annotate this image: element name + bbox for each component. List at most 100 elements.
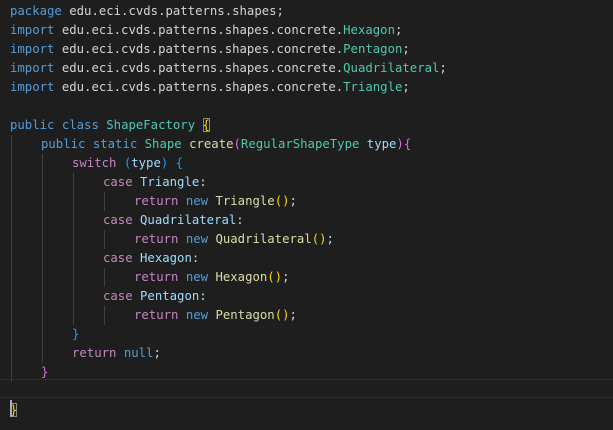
code-token: type: [366, 137, 397, 151]
indent-guide: [11, 211, 12, 230]
code-line[interactable]: return new Hexagon();: [10, 268, 613, 287]
indent-guide: [42, 154, 43, 173]
indent-guide: [73, 268, 74, 287]
code-token: ;: [282, 270, 290, 284]
line-content: switch (type) {: [72, 156, 183, 170]
indent-guide: [42, 287, 43, 306]
line-content: case Triangle:: [103, 175, 207, 189]
code-line[interactable]: switch (type) {: [10, 154, 613, 173]
code-token: {: [202, 118, 210, 132]
code-token: new: [185, 194, 209, 208]
code-token: edu.eci.cvds.patterns.shapes;: [61, 4, 284, 18]
indent-guide: [104, 268, 105, 287]
code-line[interactable]: }: [10, 363, 613, 382]
line-content: public static Shape create(RegularShapeT…: [41, 137, 411, 151]
indent-guide: [11, 154, 12, 173]
code-line[interactable]: import edu.eci.cvds.patterns.shapes.conc…: [10, 21, 613, 40]
indent-guide: [11, 363, 12, 382]
indent-guide: [42, 192, 43, 211]
code-token: package: [10, 4, 62, 18]
code-editor[interactable]: package edu.eci.cvds.patterns.shapes; imp…: [0, 0, 613, 430]
code-token: ;: [439, 61, 447, 75]
code-token: ;: [153, 346, 161, 360]
indent-guide: [11, 192, 12, 211]
indent-guide: [104, 306, 105, 325]
code-token: Hexagon: [215, 270, 268, 284]
code-line[interactable]: public class ShapeFactory {: [10, 116, 613, 135]
code-line[interactable]: case Hexagon:: [10, 249, 613, 268]
code-line[interactable]: case Triangle:: [10, 173, 613, 192]
code-token: ;: [289, 194, 297, 208]
code-line[interactable]: [10, 97, 613, 116]
code-line[interactable]: import edu.eci.cvds.patterns.shapes.conc…: [10, 59, 613, 78]
code-line[interactable]: import edu.eci.cvds.patterns.shapes.conc…: [10, 40, 613, 59]
code-token: return: [134, 232, 179, 246]
code-line[interactable]: import edu.eci.cvds.patterns.shapes.conc…: [10, 78, 613, 97]
line-content: return new Triangle();: [134, 194, 297, 208]
code-line[interactable]: [10, 382, 613, 401]
indent-guide: [11, 306, 12, 325]
code-token: switch: [72, 156, 117, 170]
code-token: case: [103, 289, 133, 303]
indent-guide: [73, 287, 74, 306]
code-token: {: [403, 137, 412, 151]
line-content: import edu.eci.cvds.patterns.shapes.conc…: [10, 80, 410, 94]
code-line[interactable]: public static Shape create(RegularShapeT…: [10, 135, 613, 154]
indent-guide: [42, 173, 43, 192]
code-line[interactable]: }: [10, 325, 613, 344]
code-token: (): [274, 194, 290, 208]
code-token: public: [10, 118, 55, 132]
line-content: return new Quadrilateral();: [134, 232, 334, 246]
code-token: Quadrilateral: [343, 61, 440, 75]
indent-guide: [11, 325, 12, 344]
code-token: return: [72, 346, 117, 360]
code-token: edu.eci.cvds.patterns.shapes.concrete.: [54, 23, 344, 37]
code-token: return: [134, 194, 179, 208]
indent-guide: [42, 249, 43, 268]
code-line[interactable]: package edu.eci.cvds.patterns.shapes;: [10, 2, 613, 21]
code-token: static: [92, 137, 138, 151]
code-line[interactable]: return new Pentagon();: [10, 306, 613, 325]
text-cursor: [10, 400, 12, 417]
code-token: (): [311, 232, 327, 246]
code-token: case: [103, 175, 133, 189]
indent-guide: [42, 306, 43, 325]
code-line[interactable]: return null;: [10, 344, 613, 363]
line-content: public class ShapeFactory {: [10, 118, 210, 132]
code-token: }: [72, 327, 80, 341]
indent-guide: [42, 211, 43, 230]
code-token: import: [10, 42, 55, 56]
code-line[interactable]: case Pentagon:: [10, 287, 613, 306]
code-line[interactable]: }: [10, 401, 613, 420]
code-line[interactable]: return new Quadrilateral();: [10, 230, 613, 249]
code-token: ;: [402, 42, 410, 56]
indent-guide: [42, 268, 43, 287]
code-area[interactable]: package edu.eci.cvds.patterns.shapes; imp…: [10, 2, 613, 420]
code-token: :: [199, 289, 207, 303]
indent-guide: [42, 325, 43, 344]
code-line[interactable]: case Quadrilateral:: [10, 211, 613, 230]
code-line[interactable]: return new Triangle();: [10, 192, 613, 211]
indent-guide: [104, 192, 105, 211]
line-content: }: [72, 327, 79, 341]
code-token: case: [103, 213, 133, 227]
line-content: case Hexagon:: [103, 251, 199, 265]
code-token: null: [123, 346, 154, 360]
code-token: Triangle: [343, 80, 403, 94]
code-token: :: [236, 213, 244, 227]
